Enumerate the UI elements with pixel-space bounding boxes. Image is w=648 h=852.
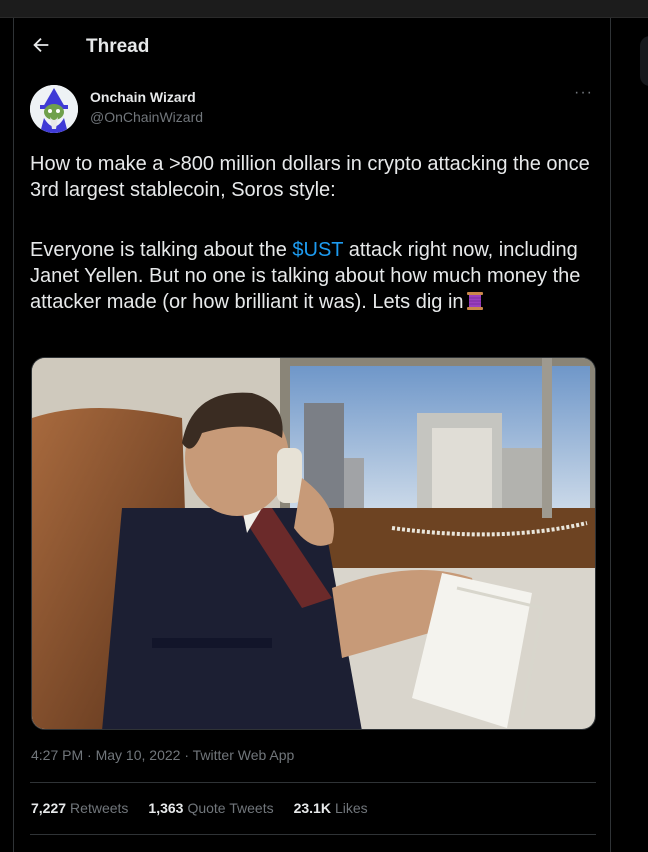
author-handle[interactable]: @OnChainWizard	[90, 109, 203, 125]
page-title: Thread	[86, 36, 150, 57]
tweet-text-paragraph-2: Everyone is talking about the $UST attac…	[30, 237, 605, 315]
quote-tweets-count: 1,363	[148, 800, 184, 816]
meta-separator: ·	[87, 747, 92, 763]
right-sidebar-search-edge[interactable]	[640, 36, 648, 86]
tweet-source[interactable]: Twitter Web App	[193, 747, 295, 763]
avatar[interactable]	[30, 85, 78, 133]
retweets-count: 7,227	[31, 800, 67, 816]
thread-column: Thread Onchain Wizard @OnChainWizard ···…	[13, 18, 611, 852]
quote-tweets-label: Quote Tweets	[187, 800, 274, 816]
divider	[30, 782, 596, 783]
quote-tweets-stat[interactable]: 1,363 Quote Tweets	[148, 800, 273, 816]
likes-count: 23.1K	[293, 800, 331, 816]
tweet-time[interactable]: 4:27 PM	[31, 747, 83, 763]
meta-separator: ·	[184, 747, 189, 763]
likes-label: Likes	[334, 800, 368, 816]
author-name[interactable]: Onchain Wizard	[90, 89, 196, 105]
tweet-text-before-cashtag: Everyone is talking about the	[30, 239, 293, 261]
tweet-stats: 7,227 Retweets 1,363 Quote Tweets 23.1K Lik…	[31, 800, 368, 816]
browser-top-bar	[0, 0, 648, 18]
likes-stat[interactable]: 23.1K Likes	[294, 800, 368, 816]
retweets-label: Retweets	[70, 800, 129, 816]
cashtag-link[interactable]: $UST	[292, 239, 343, 261]
thread-header: Thread	[14, 28, 610, 66]
tweet-meta: 4:27 PM · May 10, 2022 · Twitter Web App	[31, 747, 294, 763]
arrow-left-icon[interactable]	[30, 34, 52, 56]
retweets-stat[interactable]: 7,227 Retweets	[31, 800, 128, 816]
tweet-photo[interactable]	[31, 357, 596, 730]
divider	[30, 834, 596, 835]
tweet-text-paragraph-1: How to make a >800 million dollars in cr…	[30, 153, 590, 201]
tweet-date[interactable]: May 10, 2022	[96, 747, 181, 763]
thread-spool-emoji	[466, 292, 483, 310]
more-icon[interactable]: ···	[574, 84, 593, 102]
